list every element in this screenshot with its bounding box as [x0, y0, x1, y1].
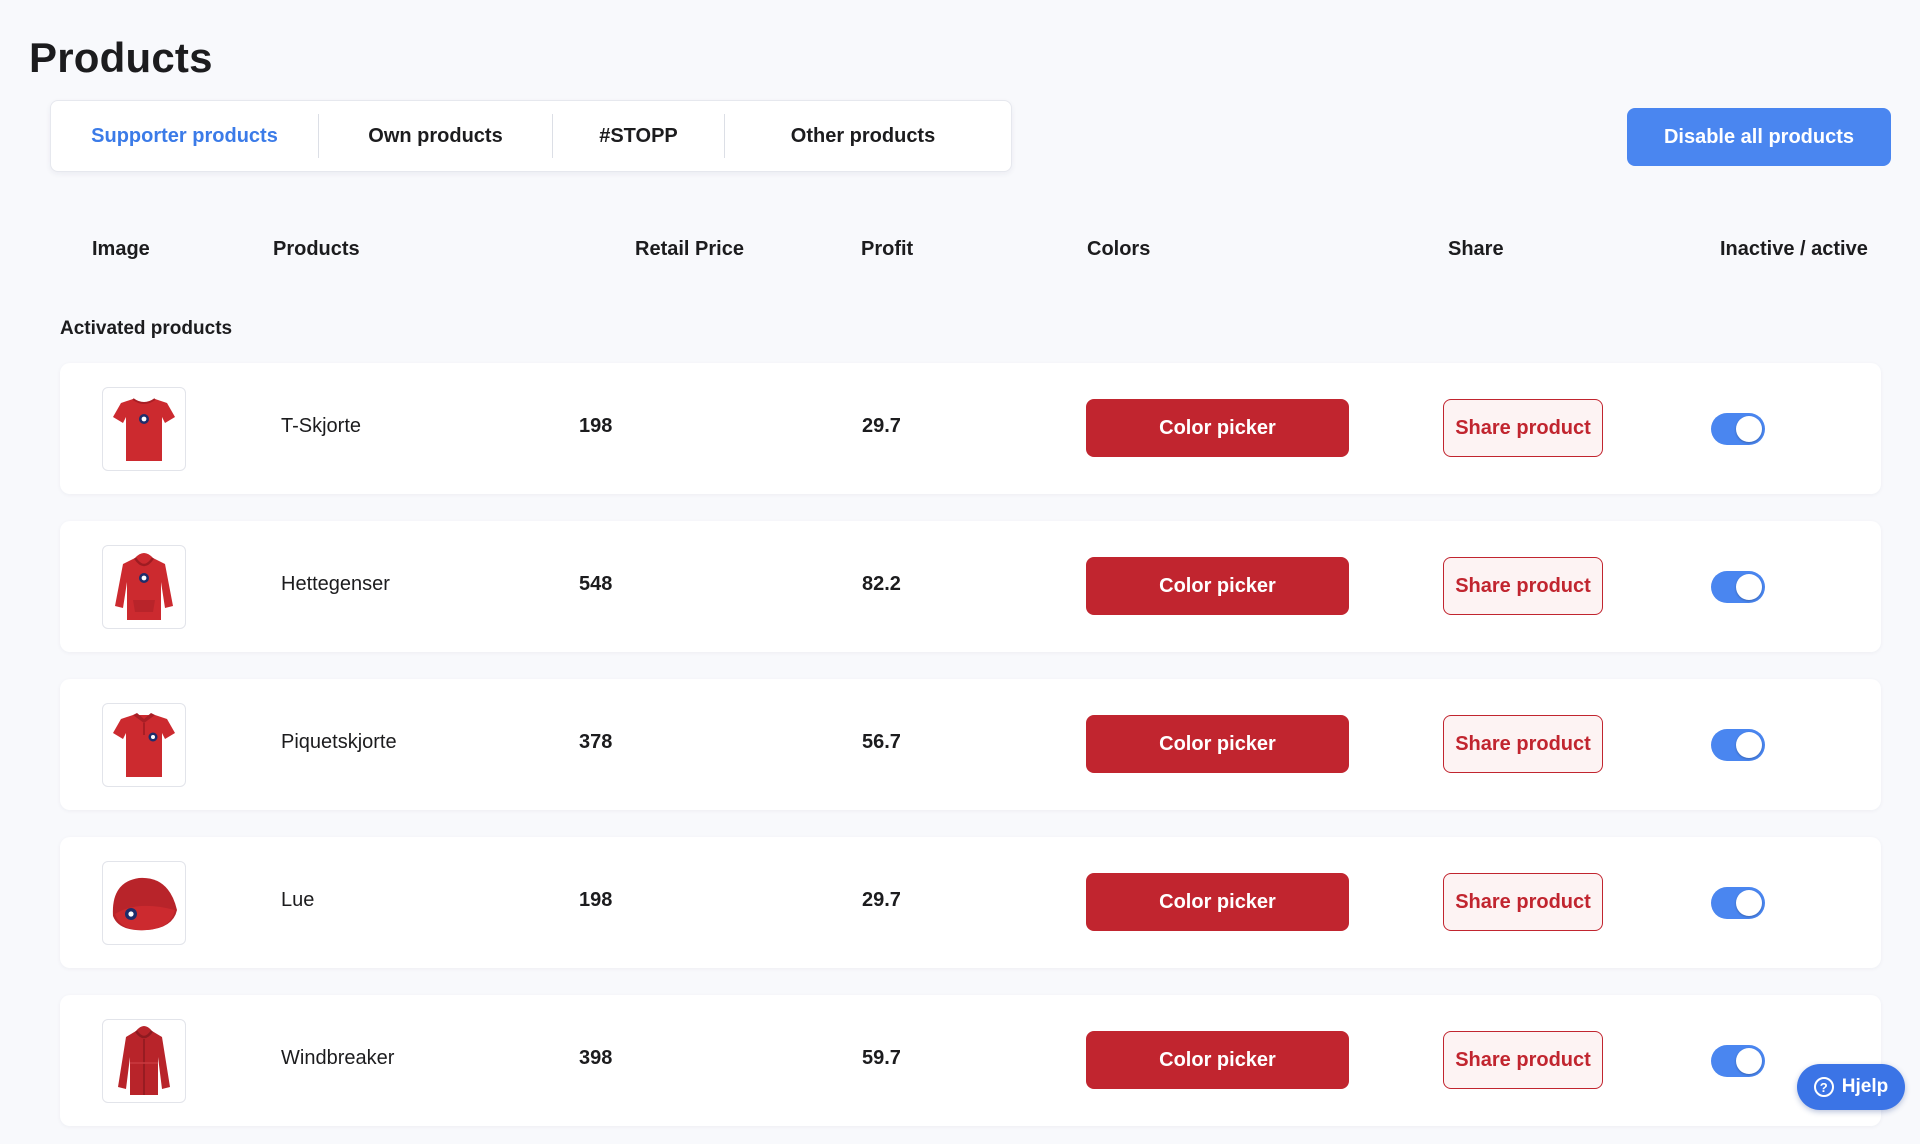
product-image	[102, 703, 186, 787]
product-retail-price: 398	[579, 1047, 613, 1069]
toggle-knob	[1736, 574, 1762, 600]
active-toggle[interactable]	[1711, 413, 1765, 445]
product-image	[102, 545, 186, 629]
toggle-knob	[1736, 890, 1762, 916]
column-header-share: Share	[1448, 238, 1504, 260]
tab-supporter-products[interactable]: Supporter products	[51, 114, 318, 158]
section-label-activated: Activated products	[60, 318, 233, 339]
product-row: Piquetskjorte 378 56.7 Color picker Shar…	[60, 679, 1881, 810]
tab-own-products[interactable]: Own products	[318, 114, 552, 158]
product-row: Windbreaker 398 59.7 Color picker Share …	[60, 995, 1881, 1126]
column-header-retail-price: Retail Price	[635, 238, 744, 260]
product-image	[102, 387, 186, 471]
column-header-status: Inactive / active	[1720, 238, 1868, 260]
share-product-button[interactable]: Share product	[1443, 873, 1603, 931]
product-name: Windbreaker	[281, 1047, 395, 1069]
product-image	[102, 861, 186, 945]
help-label: Hjelp	[1841, 1076, 1889, 1097]
disable-all-products-button[interactable]: Disable all products	[1627, 108, 1891, 166]
toggle-knob	[1736, 732, 1762, 758]
share-product-button[interactable]: Share product	[1443, 1031, 1603, 1089]
color-picker-button[interactable]: Color picker	[1086, 1031, 1349, 1089]
color-picker-button[interactable]: Color picker	[1086, 715, 1349, 773]
product-retail-price: 198	[579, 415, 613, 437]
active-toggle[interactable]	[1711, 887, 1765, 919]
product-row: T-Skjorte 198 29.7 Color picker Share pr…	[60, 363, 1881, 494]
hoodie-icon	[115, 553, 173, 620]
tab-stopp[interactable]: #STOPP	[552, 114, 724, 158]
product-name: Piquetskjorte	[281, 731, 397, 753]
color-picker-button[interactable]: Color picker	[1086, 557, 1349, 615]
column-header-products: Products	[273, 238, 360, 260]
toggle-knob	[1736, 416, 1762, 442]
jacket-icon	[118, 1026, 170, 1095]
column-header-colors: Colors	[1087, 238, 1151, 260]
beanie-icon	[112, 877, 177, 931]
product-name: Hettegenser	[281, 573, 390, 595]
help-button[interactable]: ? Hjelp	[1797, 1064, 1905, 1110]
product-profit: 29.7	[862, 889, 901, 911]
t-shirt-icon	[113, 398, 175, 461]
share-product-button[interactable]: Share product	[1443, 399, 1603, 457]
product-name: Lue	[281, 889, 315, 911]
product-image	[102, 1019, 186, 1103]
product-profit: 29.7	[862, 415, 901, 437]
tab-other-products[interactable]: Other products	[724, 114, 1001, 158]
product-row: Lue 198 29.7 Color picker Share product	[60, 837, 1881, 968]
column-header-profit: Profit	[861, 238, 914, 260]
active-toggle[interactable]	[1711, 1045, 1765, 1077]
question-circle-icon: ?	[1813, 1077, 1834, 1097]
product-retail-price: 378	[579, 731, 613, 753]
product-name: T-Skjorte	[281, 415, 362, 437]
page-title: Products	[29, 34, 213, 81]
product-profit: 82.2	[862, 573, 901, 595]
product-row: Hettegenser 548 82.2 Color picker Share …	[60, 521, 1881, 652]
product-profit: 59.7	[862, 1047, 901, 1069]
color-picker-button[interactable]: Color picker	[1086, 873, 1349, 931]
product-tabs: Supporter products Own products #STOPP O…	[50, 100, 1012, 172]
product-retail-price: 198	[579, 889, 613, 911]
product-profit: 56.7	[862, 731, 901, 753]
color-picker-button[interactable]: Color picker	[1086, 399, 1349, 457]
product-retail-price: 548	[579, 573, 613, 595]
polo-shirt-icon	[113, 713, 175, 777]
column-header-image: Image	[92, 238, 150, 260]
active-toggle[interactable]	[1711, 729, 1765, 761]
toggle-knob	[1736, 1048, 1762, 1074]
active-toggle[interactable]	[1711, 571, 1765, 603]
share-product-button[interactable]: Share product	[1443, 715, 1603, 773]
share-product-button[interactable]: Share product	[1443, 557, 1603, 615]
